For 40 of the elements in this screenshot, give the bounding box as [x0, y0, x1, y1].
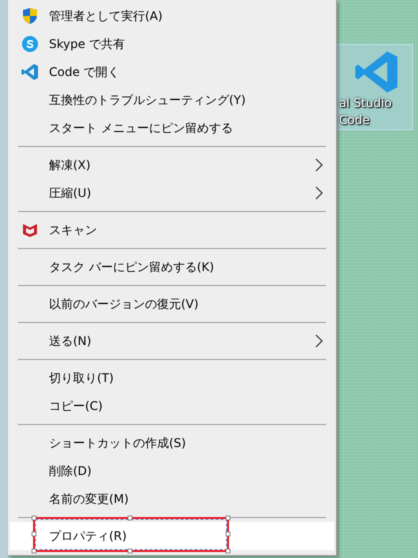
menu-item[interactable]: スキャン [10, 216, 334, 244]
icon-label: al Studio [339, 95, 392, 112]
menu-item[interactable]: 送る(N) [10, 327, 334, 355]
menu-item-label: スキャン [49, 222, 98, 238]
menu-item[interactable]: 管理者として実行(A) [10, 2, 334, 30]
menu-item-label: 以前のバージョンの復元(V) [49, 296, 200, 312]
menu-item[interactable]: ショートカットの作成(S) [10, 429, 334, 457]
icon-label: Code [339, 112, 370, 129]
menu-item-label: ショートカットの作成(S) [49, 434, 187, 452]
code-editor-icon [354, 49, 400, 95]
menu-item-label: タスク バーにピン留めする(K) [49, 258, 216, 276]
menu-item-label: スタート メニューにピン留めする [49, 120, 234, 136]
menu-item-label: 削除(D) [49, 462, 93, 480]
menu-item-label: 解凍(X) [49, 156, 92, 174]
menu-item-label: Code で開く [49, 64, 121, 80]
menu-item-label: プロパティ(R) [49, 528, 128, 544]
menu-item-label: コピー(C) [49, 398, 104, 414]
menu-item-label: 切り取り(T) [49, 370, 115, 386]
antivirus-icon [22, 222, 38, 238]
menu-item[interactable]: タスク バーにピン留めする(K) [10, 253, 334, 281]
chevron-right-icon [315, 334, 323, 348]
menu-item-label: 互換性のトラブルシューティング(Y) [49, 92, 247, 108]
menu-item[interactable]: 切り取り(T) [10, 364, 334, 392]
menu-item[interactable]: コピー(C) [10, 392, 334, 420]
code-editor-icon [20, 63, 38, 81]
menu-item[interactable]: 削除(D) [10, 457, 334, 485]
menu-item[interactable]: プロパティ(R) [10, 522, 334, 550]
menu-item-label: 管理者として実行(A) [49, 8, 164, 24]
menu-item-label: 送る(N) [49, 332, 92, 350]
menu-item-label: Skype で共有 [49, 36, 126, 52]
chevron-right-icon [315, 186, 323, 200]
chevron-right-icon [315, 158, 323, 172]
menu-item[interactable]: 圧縮(U) [10, 179, 334, 207]
menu-item[interactable]: 名前の変更(M) [10, 485, 334, 513]
menu-item-label: 圧縮(U) [49, 184, 92, 202]
menu-item[interactable]: 以前のバージョンの復元(V) [10, 290, 334, 318]
menu-item-label: 名前の変更(M) [49, 490, 130, 508]
menu-item[interactable]: 解凍(X) [10, 151, 334, 179]
skype-icon [20, 35, 38, 53]
shield-icon [20, 7, 38, 25]
